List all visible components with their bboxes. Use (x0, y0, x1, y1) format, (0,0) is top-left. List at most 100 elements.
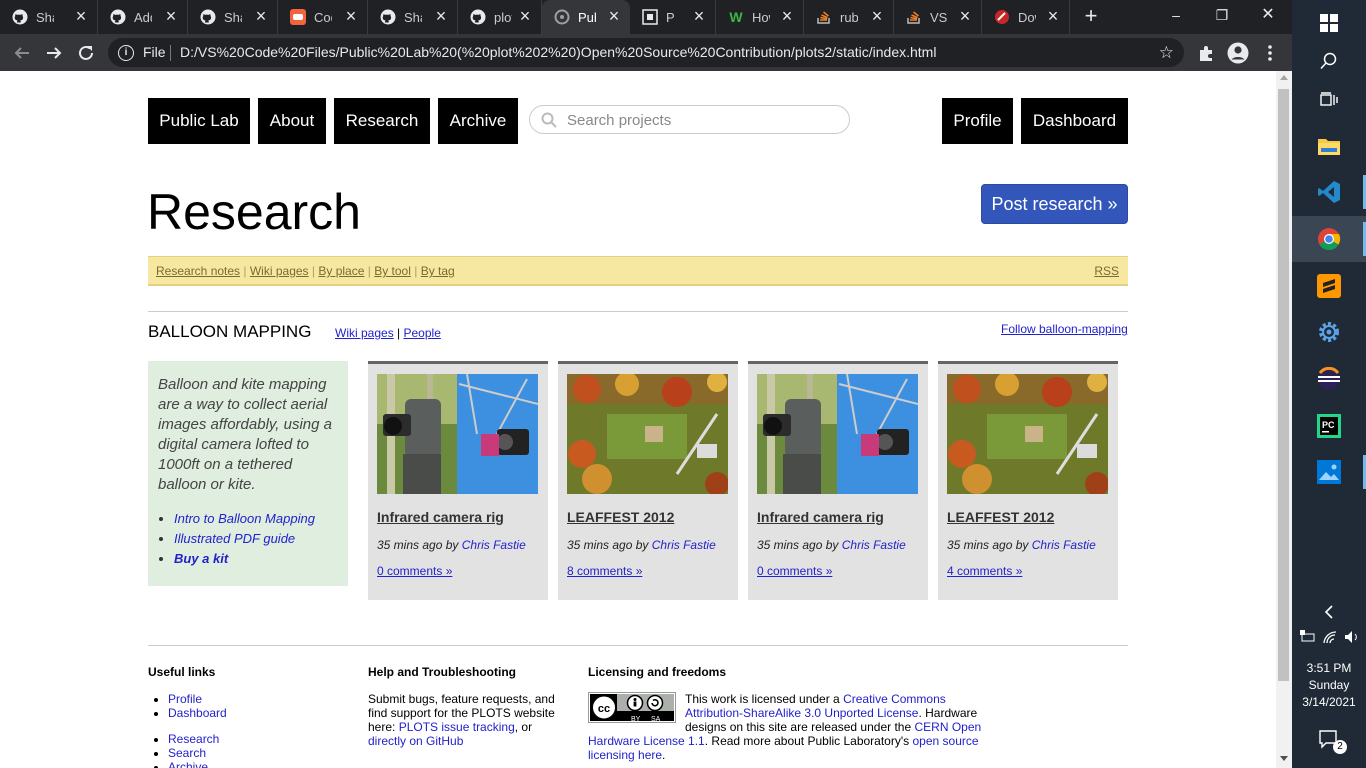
comments-link[interactable]: 0 comments » (377, 564, 452, 578)
intro-link[interactable]: Intro to Balloon Mapping (174, 511, 315, 526)
card-image[interactable] (757, 374, 918, 494)
close-tab-icon[interactable]: × (779, 7, 795, 25)
research-notes-link[interactable]: Research notes (156, 264, 240, 278)
close-tab-icon[interactable]: × (73, 7, 89, 25)
close-tab-icon[interactable]: × (606, 7, 622, 25)
close-tab-icon[interactable]: × (957, 7, 973, 25)
github-link[interactable]: directly on GitHub (368, 734, 463, 748)
by-tool-link[interactable]: By tool (374, 264, 411, 278)
close-tab-icon[interactable]: × (163, 7, 179, 25)
file-explorer-button[interactable] (1292, 123, 1366, 169)
profile-button[interactable] (1227, 42, 1249, 64)
cc-by-sa-badge[interactable]: cc BY SA (588, 692, 676, 723)
wiki-pages-link[interactable]: Wiki pages (250, 264, 309, 278)
card-title[interactable]: Infrared camera rig (377, 509, 504, 525)
vscode-button[interactable] (1292, 169, 1366, 215)
tab[interactable]: Dow × (982, 0, 1070, 34)
close-tab-icon[interactable]: × (869, 7, 885, 25)
new-tab-button[interactable]: + (1080, 5, 1102, 28)
search-input[interactable] (567, 110, 837, 130)
tab[interactable]: plot × (458, 0, 542, 34)
footer-archive-link[interactable]: Archive (168, 760, 208, 768)
tab-active[interactable]: Publ × (542, 0, 630, 34)
tab[interactable]: Shar × (0, 0, 98, 34)
footer-research-link[interactable]: Research (168, 732, 219, 746)
close-tab-icon[interactable]: × (253, 7, 269, 25)
forward-button[interactable] (43, 42, 65, 64)
scroll-up-arrow-icon[interactable] (1280, 75, 1288, 80)
card-image[interactable] (567, 374, 728, 494)
tab[interactable]: Shar × (188, 0, 278, 34)
scrollbar[interactable] (1276, 71, 1292, 768)
tab[interactable]: VSC × (894, 0, 982, 34)
task-view-button[interactable] (1292, 77, 1366, 123)
battery-icon[interactable] (1300, 630, 1316, 644)
chrome-button[interactable] (1292, 216, 1366, 262)
address-bar[interactable]: i File D:/VS%20Code%20Files/Public%20Lab… (108, 38, 1184, 67)
nav-profile[interactable]: Profile (942, 98, 1013, 144)
close-tab-icon[interactable]: × (691, 7, 707, 25)
footer-search-link[interactable]: Search (168, 746, 206, 760)
photos-button[interactable] (1292, 449, 1366, 495)
by-tag-link[interactable]: By tag (421, 264, 455, 278)
comments-link[interactable]: 4 comments » (947, 564, 1022, 578)
pdf-guide-link[interactable]: Illustrated PDF guide (174, 531, 295, 546)
nav-public-lab[interactable]: Public Lab (148, 98, 250, 144)
close-tab-icon[interactable]: × (343, 7, 359, 25)
action-center-button[interactable]: 2 (1292, 718, 1366, 762)
comments-link[interactable]: 0 comments » (757, 564, 832, 578)
close-window-button[interactable]: ✕ (1255, 4, 1281, 26)
author-link[interactable]: Chris Fastie (842, 538, 906, 552)
follow-link[interactable]: Follow balloon-mapping (1001, 322, 1128, 336)
back-button[interactable] (11, 42, 33, 64)
comments-link[interactable]: 8 comments » (567, 564, 642, 578)
nav-archive[interactable]: Archive (438, 98, 518, 144)
issue-tracking-link[interactable]: PLOTS issue tracking (399, 720, 515, 734)
section-people-link[interactable]: People (404, 326, 441, 340)
author-link[interactable]: Chris Fastie (462, 538, 526, 552)
info-icon[interactable]: i (118, 45, 134, 61)
card-title[interactable]: LEAFFEST 2012 (567, 509, 674, 525)
eclipse-button[interactable] (1292, 356, 1366, 402)
post-research-button[interactable]: Post research » (981, 184, 1128, 224)
volume-icon[interactable] (1344, 630, 1360, 644)
nav-dashboard[interactable]: Dashboard (1021, 98, 1128, 144)
tab[interactable]: W How × (716, 0, 804, 34)
wifi-icon[interactable] (1322, 630, 1338, 644)
by-place-link[interactable]: By place (318, 264, 364, 278)
bookmark-star-icon[interactable]: ☆ (1159, 38, 1174, 67)
settings-button[interactable] (1292, 309, 1366, 355)
nav-research[interactable]: Research (334, 98, 430, 144)
tab[interactable]: Addi × (98, 0, 188, 34)
close-tab-icon[interactable]: × (433, 7, 449, 25)
search-box[interactable] (529, 105, 850, 134)
close-tab-icon[interactable]: × (1045, 7, 1061, 25)
minimize-button[interactable]: – (1163, 4, 1189, 26)
nav-about[interactable]: About (258, 98, 326, 144)
footer-dashboard-link[interactable]: Dashboard (168, 706, 227, 720)
section-wiki-link[interactable]: Wiki pages (335, 326, 394, 340)
system-clock[interactable]: 3:51 PM Sunday 3/14/2021 (1292, 660, 1366, 711)
tab[interactable]: P × (630, 0, 716, 34)
tab[interactable]: Codi × (278, 0, 368, 34)
card-image[interactable] (377, 374, 538, 494)
menu-button[interactable] (1259, 42, 1281, 64)
scroll-down-arrow-icon[interactable] (1280, 756, 1288, 761)
buy-kit-link[interactable]: Buy a kit (174, 551, 228, 566)
footer-profile-link[interactable]: Profile (168, 692, 202, 706)
author-link[interactable]: Chris Fastie (1032, 538, 1096, 552)
reload-button[interactable] (75, 42, 97, 64)
tab[interactable]: ruby × (804, 0, 894, 34)
tab[interactable]: Shar × (368, 0, 458, 34)
card-title[interactable]: LEAFFEST 2012 (947, 509, 1054, 525)
close-tab-icon[interactable]: × (517, 7, 533, 25)
extensions-button[interactable] (1195, 42, 1217, 64)
card-title[interactable]: Infrared camera rig (757, 509, 884, 525)
rss-link[interactable]: RSS (1094, 257, 1119, 285)
scrollbar-thumb[interactable] (1278, 89, 1289, 681)
sublime-button[interactable] (1292, 263, 1366, 309)
card-image[interactable] (947, 374, 1108, 494)
author-link[interactable]: Chris Fastie (652, 538, 716, 552)
url-text[interactable]: D:/VS%20Code%20Files/Public%20Lab%20(%20… (180, 38, 936, 67)
pycharm-button[interactable]: PC (1292, 403, 1366, 449)
